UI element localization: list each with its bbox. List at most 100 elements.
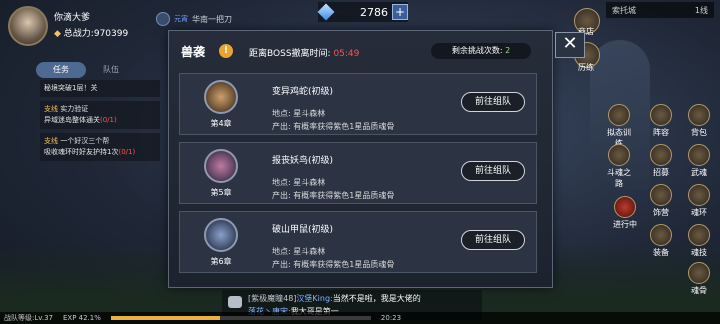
recruit-label: 招募 (653, 168, 669, 177)
training-label: 历练 (578, 63, 594, 72)
remaining-attempts: 剩余挑战次数: 2 (431, 43, 531, 59)
diamond-amount: 2786 (360, 5, 388, 19)
martial-soul-label: 武魂 (691, 168, 707, 177)
go-team-button[interactable]: 前往组队 (461, 230, 525, 250)
soul-road-button[interactable]: 斗魂之路 (604, 144, 634, 189)
boss-timer: 距离BOSS撤离时间: 05:49 (249, 46, 359, 59)
guild-tag[interactable]: 元宵 华南一把刀 (156, 12, 232, 26)
lineup-icon (650, 104, 672, 126)
soul-ring-button[interactable]: 魂环 (684, 184, 714, 218)
go-team-button[interactable]: 前往组队 (461, 92, 525, 112)
martial-soul-button[interactable]: 武魂 (684, 144, 714, 178)
boss-list: 第4章 变异鸡蛇(初级) 地点: 星斗森林 产出: 有概率获得紫色1星品质魂骨 … (179, 73, 537, 280)
guild-name: 华南一把刀 (192, 14, 232, 24)
boss-location: 地点: 星斗森林 (272, 109, 326, 118)
quest-kind: 支线 (44, 137, 58, 145)
boss-chapter: 第4章 (210, 119, 232, 128)
player-name: 你滴大爹 (54, 13, 91, 23)
modal-title: 兽袭 (181, 45, 206, 59)
bag-icon (688, 104, 710, 126)
soul-ring-icon (688, 184, 710, 206)
equipment-icon (650, 224, 672, 246)
close-button[interactable]: ✕ (555, 32, 585, 58)
boss-drop: 产出: 有概率获得紫色1星品质魂骨 (272, 191, 395, 200)
recruit-icon (650, 144, 672, 166)
soul-road-label: 斗魂之路 (607, 168, 631, 188)
timer-label: 距离BOSS撤离时间: (249, 49, 331, 59)
soul-bone-button[interactable]: 魂骨 (684, 262, 714, 296)
go-team-button[interactable]: 前往组队 (461, 161, 525, 181)
location-city: 索托城 (612, 5, 636, 15)
diamond-currency: 2786 + (317, 2, 408, 22)
quest-item[interactable]: 支线 实力验证 异域迷岛整体通关(0/1) (40, 101, 160, 129)
quest-title: 一个好汉三个帮 (60, 137, 110, 145)
soul-ring-label: 魂环 (691, 208, 707, 217)
location-line: 1线 (694, 5, 708, 15)
recruit-button[interactable]: 招募 (646, 144, 676, 178)
boss-card: 第5章 报丧妖鸟(初级) 地点: 星斗森林 产出: 有概率获得紫色1星品质魂骨 … (179, 142, 537, 204)
player-power: ◆ 总战力:970399 (54, 26, 128, 39)
quest-detail: 异域迷岛整体通关 (44, 116, 100, 124)
exp-bar (110, 316, 371, 320)
quest-detail: 吸收魂环时好友护持1次 (44, 148, 119, 156)
chat-line: [紫极魔瞳48]汉堡King:当然不是啦，我是大佬的 (248, 292, 476, 305)
camp-icon (650, 184, 672, 206)
tab-team[interactable]: 队伍 (86, 62, 136, 78)
camp-label: 饰营 (653, 208, 669, 217)
soul-skill-button[interactable]: 魂技 (684, 224, 714, 258)
chat-icon (228, 296, 242, 308)
lineup-button[interactable]: 阵容 (646, 104, 676, 138)
boss-drop: 产出: 有概率获得紫色1星品质魂骨 (272, 122, 395, 131)
quest-list: 秘境突破1层！关 支线 实力验证 异域迷岛整体通关(0/1) 支线 一个好汉三个… (40, 80, 160, 165)
guild-icon (156, 12, 170, 26)
boss-name: 报丧妖鸟(初级) (272, 156, 334, 166)
boss-name: 破山甲鼠(初级) (272, 225, 334, 235)
mimic-training-button[interactable]: 拟态训练 (604, 104, 634, 149)
bag-button[interactable]: 背包 (684, 104, 714, 138)
clock: 20:23 (380, 314, 402, 322)
mimic-training-icon (608, 104, 630, 126)
beast-raid-modal: 兽袭 ! 距离BOSS撤离时间: 05:49 剩余挑战次数: 2 第4章 变异鸡… (168, 30, 553, 288)
add-diamond-button[interactable]: + (392, 4, 408, 20)
timer-value: 05:49 (333, 49, 360, 59)
info-icon[interactable]: ! (219, 44, 233, 58)
chat-channel: [紫极魔瞳48] (248, 294, 297, 303)
quest-title: 实力验证 (60, 105, 89, 113)
remaining-value: 2 (505, 46, 511, 55)
in-progress-label: 进行中 (613, 220, 637, 229)
quest-progress: (0/1) (118, 148, 136, 156)
player-header[interactable]: 你滴大爹 ◆ 总战力:970399 (8, 6, 158, 48)
soul-skill-label: 魂技 (691, 248, 707, 257)
soul-skill-icon (688, 224, 710, 246)
boss-portrait (204, 149, 238, 183)
soul-bone-icon (688, 262, 710, 284)
boss-portrait (204, 218, 238, 252)
boss-location: 地点: 星斗森林 (272, 178, 326, 187)
location-bar[interactable]: 索托城 1线 (606, 2, 714, 18)
quest-tabs: 任务 队伍 (36, 62, 136, 78)
exp-bar-fill (110, 316, 221, 320)
martial-soul-icon (688, 144, 710, 166)
power-value: 970399 (93, 29, 129, 39)
chat-sender: 汉堡King: (296, 294, 333, 303)
boss-card: 第4章 变异鸡蛇(初级) 地点: 星斗森林 产出: 有概率获得紫色1星品质魂骨 … (179, 73, 537, 135)
guild-prefix: 元宵 (174, 15, 188, 23)
bag-label: 背包 (691, 128, 707, 137)
remaining-label: 剩余挑战次数: (451, 46, 503, 55)
lineup-label: 阵容 (653, 128, 669, 137)
exp-text: EXP 42.1% (63, 314, 101, 322)
team-level: 战队等级:Lv.37 (4, 314, 53, 322)
quest-item[interactable]: 支线 一个好汉三个帮 吸收魂环时好友护持1次(0/1) (40, 133, 160, 161)
tab-tasks[interactable]: 任务 (36, 62, 86, 78)
boss-chapter: 第6章 (210, 257, 232, 266)
avatar[interactable] (8, 6, 48, 46)
camp-button[interactable]: 饰营 (646, 184, 676, 218)
boss-portrait (204, 80, 238, 114)
quest-progress: (0/1) (100, 116, 117, 124)
equipment-button[interactable]: 装备 (646, 224, 676, 258)
soul-road-icon (608, 144, 630, 166)
in-progress-button[interactable]: 进行中 (610, 196, 640, 230)
quest-item[interactable]: 秘境突破1层！关 (40, 80, 160, 97)
in-progress-icon (614, 196, 636, 218)
boss-name: 变异鸡蛇(初级) (272, 87, 334, 97)
